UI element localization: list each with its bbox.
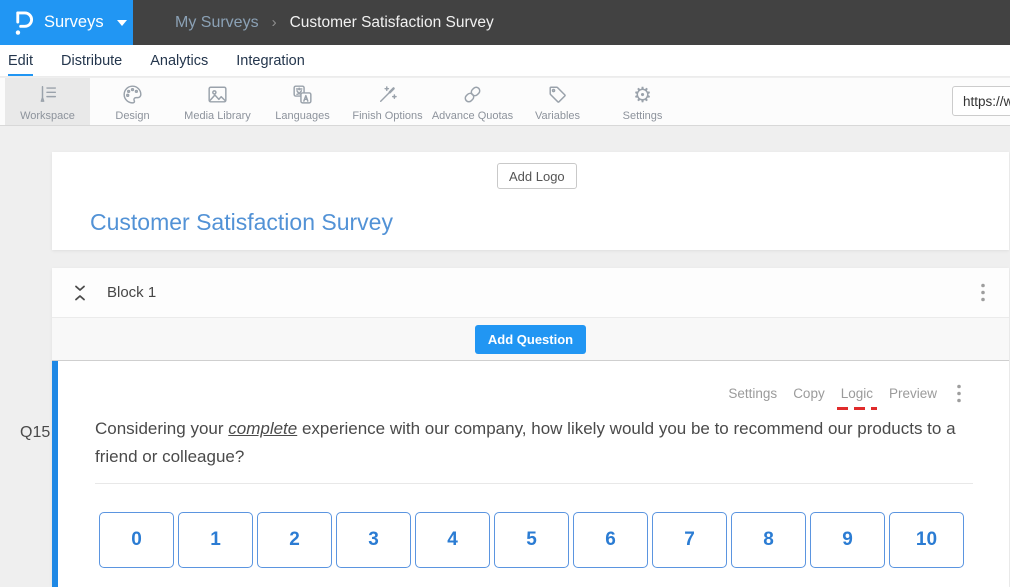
tab-analytics[interactable]: Analytics [150, 53, 208, 76]
breadcrumb-current-survey: Customer Satisfaction Survey [290, 14, 494, 32]
tag-icon [545, 82, 570, 108]
nps-scale-button-0[interactable]: 0 [99, 512, 174, 568]
question-text-before: Considering your [95, 419, 228, 438]
breadcrumb-separator-icon: › [272, 14, 277, 31]
block-card: Block 1 Add Question Settings Copy Logic… [52, 268, 1009, 586]
nps-scale-button-8[interactable]: 8 [731, 512, 806, 568]
toolbar-label: Variables [535, 110, 580, 122]
survey-header-card: Add Logo Customer Satisfaction Survey [52, 152, 1009, 250]
toolbar-label: Settings [623, 110, 663, 122]
toolbar-item-design[interactable]: Design [90, 78, 175, 125]
chevron-down-icon [117, 20, 127, 26]
question-text-emphasis: complete [228, 419, 297, 438]
survey-title[interactable]: Customer Satisfaction Survey [90, 209, 393, 236]
toolbar-label: Workspace [20, 110, 75, 122]
block-header: Block 1 [52, 268, 1009, 318]
toolbar-item-finish-options[interactable]: Finish Options [345, 78, 430, 125]
wand-icon [375, 82, 400, 108]
nps-scale-button-2[interactable]: 2 [257, 512, 332, 568]
workspace-icon [35, 82, 60, 108]
gear-icon: ⚙ [633, 82, 652, 108]
top-bar: Surveys My Surveys › Customer Satisfacti… [0, 0, 1010, 45]
toolbar-item-settings[interactable]: ⚙ Settings [600, 78, 685, 125]
block-title[interactable]: Block 1 [107, 284, 156, 301]
add-logo-button[interactable]: Add Logo [497, 163, 577, 189]
product-menu-label: Surveys [44, 13, 104, 32]
question-text[interactable]: Considering your complete experience wit… [95, 415, 973, 484]
nps-scale-row: 0 1 2 3 4 5 6 7 8 9 10 [99, 512, 964, 568]
toolbar-item-workspace[interactable]: Workspace [5, 78, 90, 125]
toolbar-item-media-library[interactable]: Media Library [175, 78, 260, 125]
nps-scale-button-4[interactable]: 4 [415, 512, 490, 568]
add-question-row: Add Question [52, 318, 1009, 361]
toolbar-label: Languages [275, 110, 329, 122]
question-preview-link[interactable]: Preview [889, 386, 937, 401]
toolbar-label: Finish Options [352, 110, 422, 122]
tab-edit[interactable]: Edit [8, 53, 33, 76]
nps-scale-button-10[interactable]: 10 [889, 512, 964, 568]
question-card: Settings Copy Logic Preview Considering … [52, 361, 1009, 587]
survey-url-input[interactable] [952, 86, 1010, 116]
toolbar-item-variables[interactable]: Variables [515, 78, 600, 125]
question-settings-link[interactable]: Settings [728, 386, 777, 401]
question-number-label: Q15 [20, 424, 50, 442]
product-menu[interactable]: Surveys [0, 0, 133, 45]
translate-icon [290, 82, 315, 108]
nps-scale-button-1[interactable]: 1 [178, 512, 253, 568]
toolbar-item-advance-quotas[interactable]: Advance Quotas [430, 78, 515, 125]
tab-integration[interactable]: Integration [236, 53, 305, 76]
palette-icon [120, 82, 145, 108]
edit-toolbar: Workspace Design Media Library Languages… [0, 78, 1010, 126]
breadcrumb-my-surveys[interactable]: My Surveys [175, 14, 259, 32]
question-copy-link[interactable]: Copy [793, 386, 825, 401]
image-icon [205, 82, 230, 108]
question-action-bar: Settings Copy Logic Preview [728, 384, 961, 403]
toolbar-label: Advance Quotas [432, 110, 513, 122]
question-menu-kebab-icon[interactable] [957, 384, 961, 403]
collapse-block-icon[interactable] [72, 284, 88, 302]
block-menu-kebab-icon[interactable] [981, 283, 985, 302]
nps-scale-button-5[interactable]: 5 [494, 512, 569, 568]
section-tabs: Edit Distribute Analytics Integration [0, 45, 1010, 77]
tab-distribute[interactable]: Distribute [61, 53, 122, 76]
toolbar-label: Media Library [184, 110, 251, 122]
toolbar-item-languages[interactable]: Languages [260, 78, 345, 125]
questionpro-logo [13, 9, 34, 37]
breadcrumb: My Surveys › Customer Satisfaction Surve… [175, 0, 494, 45]
nps-scale-button-7[interactable]: 7 [652, 512, 727, 568]
add-question-button[interactable]: Add Question [475, 325, 586, 354]
nps-scale-button-3[interactable]: 3 [336, 512, 411, 568]
toolbar-label: Design [115, 110, 149, 122]
chain-links-icon [460, 82, 485, 108]
nps-scale-button-9[interactable]: 9 [810, 512, 885, 568]
question-logic-link[interactable]: Logic [841, 386, 873, 401]
nps-scale-button-6[interactable]: 6 [573, 512, 648, 568]
